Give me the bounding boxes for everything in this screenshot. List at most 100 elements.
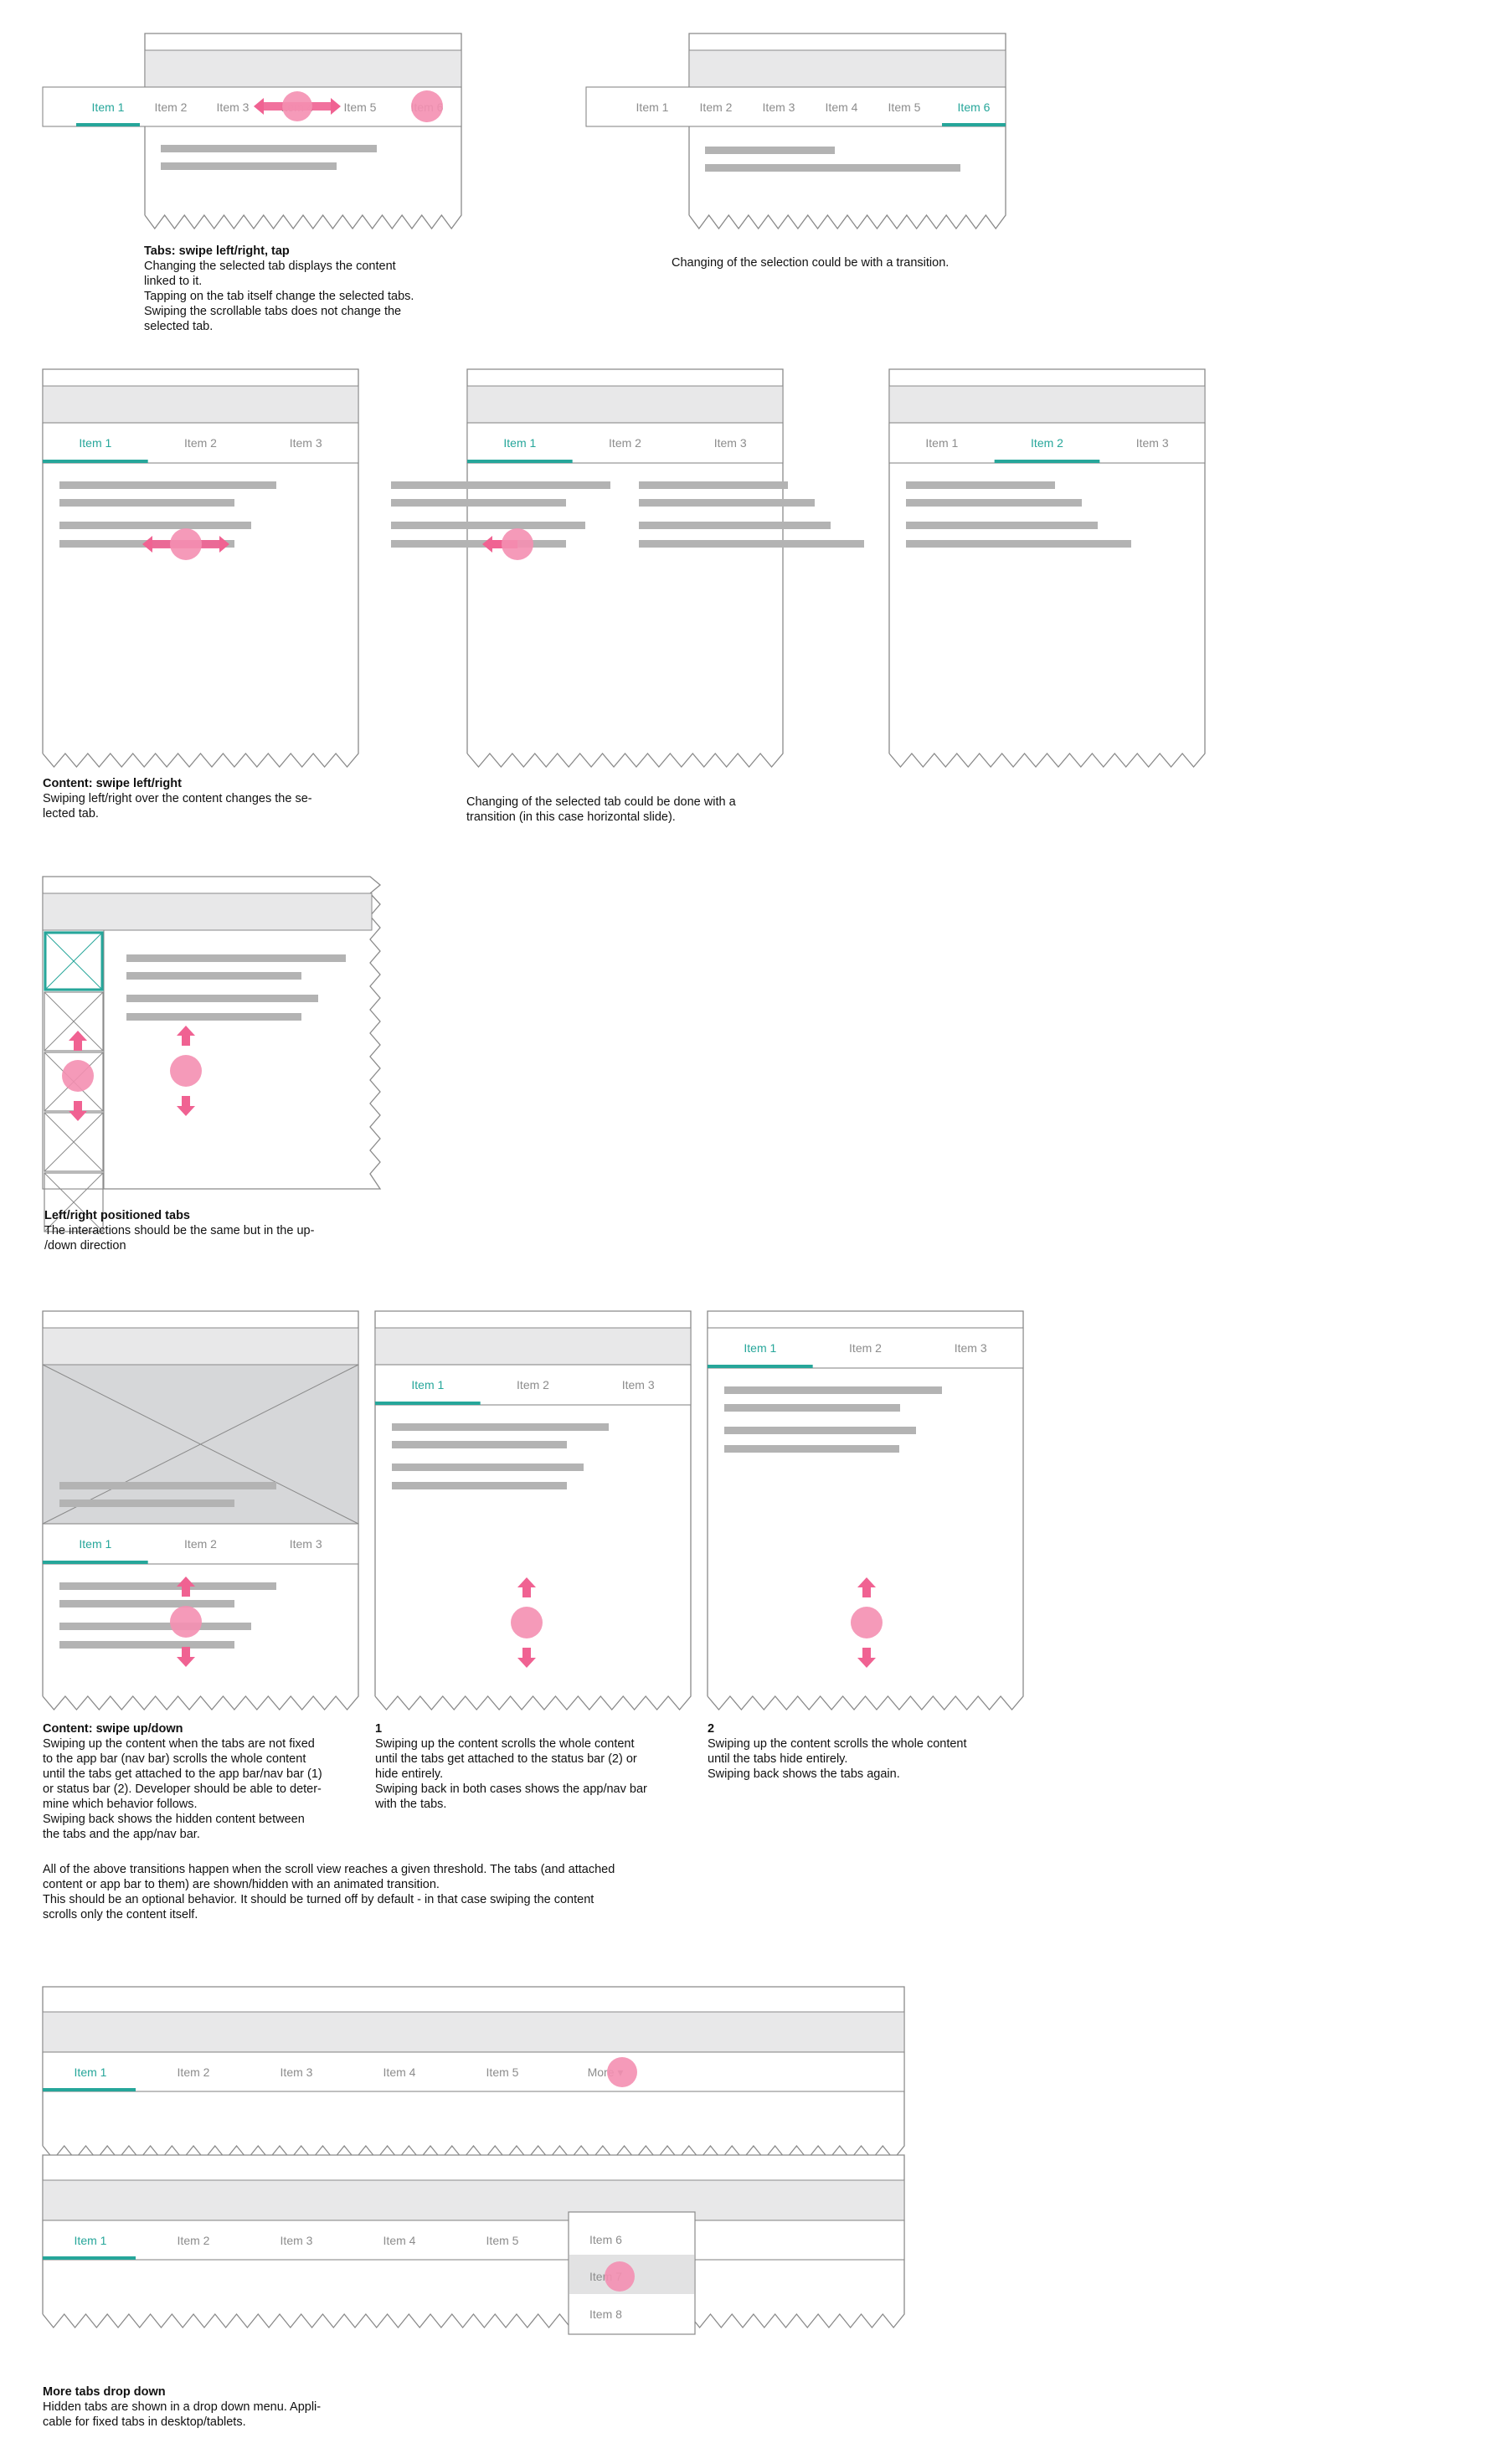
tab-2[interactable]: Item 2: [178, 2234, 210, 2247]
caption-body: Hidden tabs are shown in a drop down men…: [43, 2400, 322, 2429]
tab-1[interactable]: Item 1: [744, 1341, 776, 1355]
caption-body: All of the above transitions happen when…: [43, 1863, 615, 1921]
tab-4[interactable]: Item 4: [826, 100, 858, 114]
caption-case-1: 1 Swiping up the content scrolls the whol…: [375, 1721, 727, 1812]
tab-1[interactable]: Item 1: [79, 436, 111, 450]
tab-1[interactable]: Item 1: [75, 2234, 107, 2247]
tab-5[interactable]: Item 5: [888, 100, 921, 114]
tab-3[interactable]: Item 3: [290, 436, 322, 450]
content-line: [59, 1641, 234, 1649]
tab-2[interactable]: Item 2: [184, 436, 217, 450]
tab-3[interactable]: Item 3: [290, 1537, 322, 1551]
tab-1[interactable]: Item 1: [411, 1378, 444, 1391]
tab-indicator: [43, 1561, 148, 1564]
content-line: [724, 1404, 900, 1412]
touch-point-icon: [170, 1606, 202, 1638]
content-line: [705, 164, 960, 172]
tab-3[interactable]: Item 3: [280, 2234, 313, 2247]
tab-2[interactable]: Item 2: [700, 100, 733, 114]
content-line: [724, 1427, 916, 1434]
touch-point-icon: [411, 90, 443, 122]
touch-point-icon: [502, 528, 533, 560]
tab-indicator: [942, 123, 1006, 126]
touch-point-icon: [851, 1607, 883, 1638]
content-line: [59, 1482, 276, 1489]
tab-indicator: [43, 2088, 136, 2091]
tab-3[interactable]: Item 3: [1136, 436, 1169, 450]
tab-6[interactable]: Item 6: [958, 100, 991, 114]
app-bar: [42, 1327, 359, 1366]
tab-indicator: [76, 123, 140, 126]
tab-2[interactable]: Item 2: [849, 1341, 882, 1355]
caption-case-2: 2 Swiping up the content scrolls the whol…: [708, 1721, 1059, 1782]
tab-indicator: [43, 460, 148, 463]
content-line: [639, 540, 864, 548]
content-line: [906, 522, 1098, 529]
tab-bar: [42, 2220, 905, 2261]
tab-4[interactable]: Item 4: [383, 2065, 416, 2079]
tab-5[interactable]: Item 5: [486, 2234, 519, 2247]
app-bar: [42, 2011, 905, 2053]
caption-body: Swiping left/right over the content chan…: [43, 792, 312, 820]
tab-2[interactable]: Item 2: [184, 1537, 217, 1551]
tab-1[interactable]: Item 1: [92, 100, 125, 114]
touch-point-icon: [170, 528, 202, 560]
tab-1[interactable]: Item 1: [75, 2065, 107, 2079]
arrow-shaft: [182, 1647, 190, 1657]
content-line: [392, 1482, 567, 1489]
tab-3[interactable]: Item 3: [763, 100, 795, 114]
arrow-shaft: [862, 1587, 871, 1597]
touch-point-icon: [511, 1607, 543, 1638]
content-line: [705, 147, 835, 154]
content-line: [59, 481, 276, 489]
tab-3[interactable]: Item 3: [217, 100, 250, 114]
tab-3[interactable]: Item 3: [622, 1378, 655, 1391]
tab-1[interactable]: Item 1: [503, 436, 536, 450]
content-line: [392, 1441, 567, 1448]
tab-1[interactable]: Item 1: [925, 436, 958, 450]
content-line: [161, 162, 337, 170]
caption-body: Swiping up the content when the tabs are…: [43, 1737, 322, 1841]
tab-2[interactable]: Item 2: [1031, 436, 1063, 450]
tab-3[interactable]: Item 3: [280, 2065, 313, 2079]
touch-point-icon: [170, 1055, 202, 1087]
tab-indicator: [994, 460, 1100, 463]
app-bar: [42, 2179, 905, 2221]
caption-title: Content: swipe up/down: [43, 1722, 183, 1736]
caption-body: Changing of the selected tab could be do…: [466, 795, 736, 824]
tab-2[interactable]: Item 2: [178, 2065, 210, 2079]
caption-swipe-tap: Tabs: swipe left/right, tap Changing the …: [144, 244, 496, 334]
tab-indicator: [43, 2256, 136, 2260]
caption-body: Swiping up the content scrolls the whole…: [375, 1737, 647, 1811]
content-line: [126, 995, 318, 1002]
app-bar: [466, 385, 784, 424]
content-line: [59, 522, 251, 529]
arrow-shaft: [522, 1648, 531, 1658]
tab-3[interactable]: Item 3: [714, 436, 747, 450]
tab-2[interactable]: Item 2: [155, 100, 188, 114]
tab-5[interactable]: Item 5: [486, 2065, 519, 2079]
tab-3[interactable]: Item 3: [955, 1341, 987, 1355]
touch-point-icon: [605, 2261, 635, 2292]
tab-5[interactable]: Item 5: [344, 100, 377, 114]
app-bar: [374, 1327, 692, 1366]
content-line: [906, 499, 1082, 507]
dropdown-item-6[interactable]: Item 6: [589, 2233, 622, 2246]
caption-title: Content: swipe left/right: [43, 777, 182, 790]
arrow-shaft: [182, 1096, 190, 1106]
caption-slide-transition: Changing of the selected tab could be do…: [466, 795, 818, 825]
tab-indicator: [467, 460, 573, 463]
tab-4[interactable]: Item 4: [383, 2234, 416, 2247]
tab-2[interactable]: Item 2: [517, 1378, 549, 1391]
tab-2[interactable]: Item 2: [609, 436, 641, 450]
content-line: [639, 481, 788, 489]
tab-1[interactable]: Item 1: [636, 100, 669, 114]
content-line: [724, 1445, 899, 1453]
arrow-shaft: [522, 1587, 531, 1597]
dropdown-item-8[interactable]: Item 8: [589, 2307, 622, 2321]
content-line: [391, 522, 585, 529]
tab-1[interactable]: Item 1: [79, 1537, 111, 1551]
arrow-shaft: [182, 1036, 190, 1046]
content-line: [392, 1423, 609, 1431]
caption-title: 2: [708, 1722, 715, 1736]
